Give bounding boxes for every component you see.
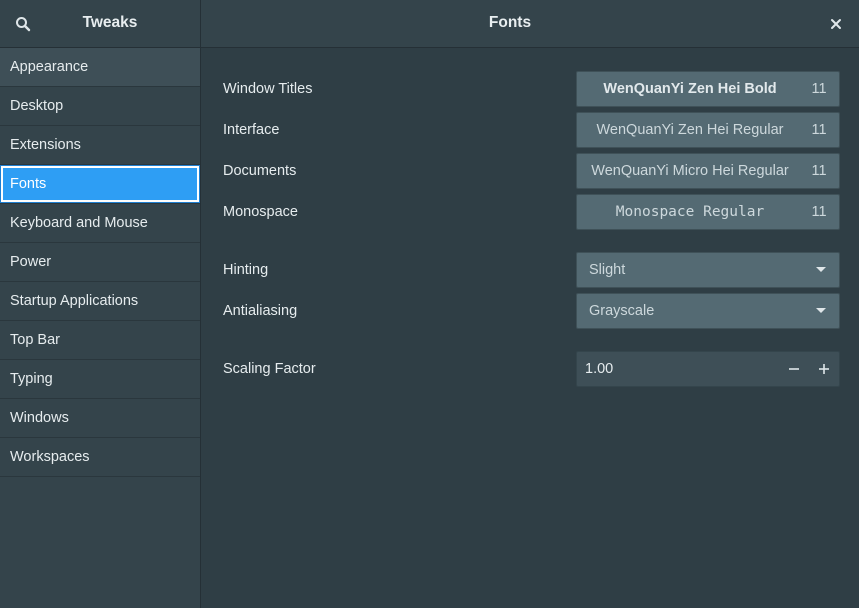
sidebar-item-workspaces[interactable]: Workspaces <box>0 438 200 477</box>
search-icon <box>16 17 31 32</box>
close-icon <box>831 19 841 29</box>
monospace-font-size: 11 <box>811 204 827 220</box>
sidebar-item-top-bar[interactable]: Top Bar <box>0 321 200 360</box>
close-button[interactable] <box>825 13 847 35</box>
documents-label: Documents <box>223 163 297 179</box>
fonts-panel: Window Titles WenQuanYi Zen Hei Bold 11 … <box>201 48 859 608</box>
scaling-factor-spinbutton[interactable]: 1.00 <box>576 351 840 387</box>
chevron-down-icon <box>803 308 839 314</box>
monospace-font-name: Monospace Regular <box>615 204 765 220</box>
documents-font-button[interactable]: WenQuanYi Micro Hei Regular 11 <box>576 153 840 189</box>
header-bar: Tweaks Fonts <box>0 0 859 48</box>
sidebar-item-fonts[interactable]: Fonts <box>0 165 200 204</box>
hinting-label: Hinting <box>223 262 269 278</box>
window-titles-font-size: 11 <box>811 81 827 97</box>
sidebar-item-extensions[interactable]: Extensions <box>0 126 200 165</box>
documents-font-name: WenQuanYi Micro Hei Regular <box>591 163 789 179</box>
hinting-dropdown[interactable]: Slight <box>576 252 840 288</box>
monospace-row: Monospace Monospace Regular 11 <box>223 194 840 230</box>
plus-icon <box>819 364 829 374</box>
window-titles-font-button[interactable]: WenQuanYi Zen Hei Bold 11 <box>576 71 840 107</box>
sidebar-header: Tweaks <box>0 0 201 47</box>
documents-row: Documents WenQuanYi Micro Hei Regular 11 <box>223 153 840 189</box>
interface-font-button[interactable]: WenQuanYi Zen Hei Regular 11 <box>576 112 840 148</box>
interface-font-size: 11 <box>811 122 827 138</box>
interface-label: Interface <box>223 122 280 138</box>
sidebar-item-keyboard-and-mouse[interactable]: Keyboard and Mouse <box>0 204 200 243</box>
hinting-value: Slight <box>589 262 626 278</box>
monospace-font-button[interactable]: Monospace Regular 11 <box>576 194 840 230</box>
window-titles-font-name: WenQuanYi Zen Hei Bold <box>603 81 777 97</box>
minus-icon <box>789 368 799 370</box>
antialiasing-value: Grayscale <box>589 303 655 319</box>
antialiasing-row: Antialiasing Grayscale <box>223 293 840 329</box>
search-button[interactable] <box>10 11 36 37</box>
antialiasing-label: Antialiasing <box>223 303 298 319</box>
scaling-factor-value[interactable]: 1.00 <box>577 361 779 377</box>
scaling-label: Scaling Factor <box>223 361 316 377</box>
interface-font-name: WenQuanYi Zen Hei Regular <box>596 122 784 138</box>
interface-row: Interface WenQuanYi Zen Hei Regular 11 <box>223 112 840 148</box>
scaling-row: Scaling Factor 1.00 <box>223 351 840 387</box>
window-titles-row: Window Titles WenQuanYi Zen Hei Bold 11 <box>223 71 840 107</box>
decrease-button[interactable] <box>779 352 809 386</box>
sidebar-item-appearance[interactable]: Appearance <box>0 48 200 87</box>
sidebar-item-windows[interactable]: Windows <box>0 399 200 438</box>
sidebar-item-power[interactable]: Power <box>0 243 200 282</box>
hinting-row: Hinting Slight <box>223 252 840 288</box>
window-titles-label: Window Titles <box>223 81 313 97</box>
monospace-label: Monospace <box>223 204 298 220</box>
sidebar-item-desktop[interactable]: Desktop <box>0 87 200 126</box>
sidebar-item-startup-applications[interactable]: Startup Applications <box>0 282 200 321</box>
sidebar: Appearance Desktop Extensions Fonts Keyb… <box>0 48 201 608</box>
antialiasing-dropdown[interactable]: Grayscale <box>576 293 840 329</box>
sidebar-item-typing[interactable]: Typing <box>0 360 200 399</box>
increase-button[interactable] <box>809 352 839 386</box>
app-title: Tweaks <box>82 14 138 31</box>
chevron-down-icon <box>803 267 839 273</box>
documents-font-size: 11 <box>811 163 827 179</box>
page-title: Fonts <box>488 14 532 31</box>
